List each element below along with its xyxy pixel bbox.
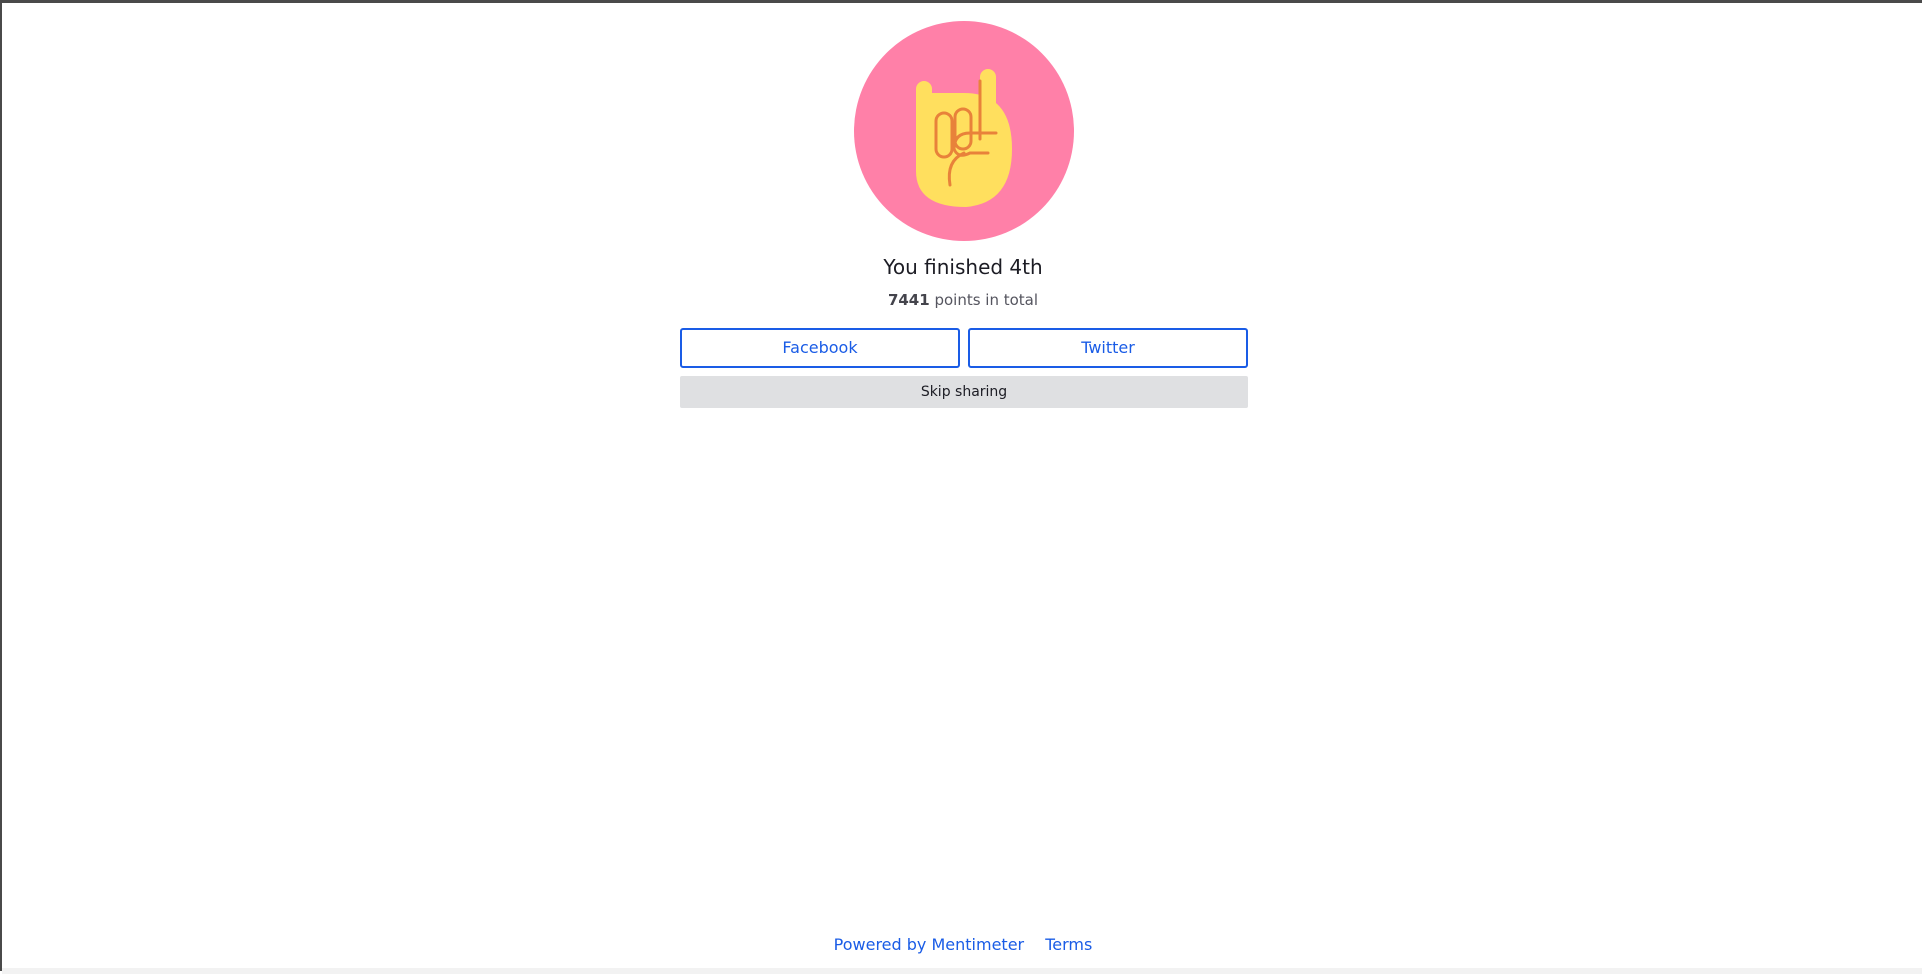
share-twitter-button[interactable]: Twitter [968,328,1248,368]
result-title: You finished 4th [883,255,1043,279]
powered-by-link[interactable]: Powered by Mentimeter [834,935,1024,954]
terms-link[interactable]: Terms [1045,935,1092,954]
page-frame: You finished 4th 7441 points in total Fa… [0,0,1922,974]
points-summary: 7441 points in total [2,291,1922,309]
share-facebook-button[interactable]: Facebook [680,328,960,368]
points-value: 7441 [887,291,930,309]
points-suffix: points in total [929,291,1039,309]
bottom-divider [2,968,1922,974]
footer: Powered by Mentimeter Terms [2,935,1922,954]
result-avatar [854,21,1074,241]
rock-hand-icon [916,69,1012,207]
skip-sharing-button[interactable]: Skip sharing [680,376,1248,408]
